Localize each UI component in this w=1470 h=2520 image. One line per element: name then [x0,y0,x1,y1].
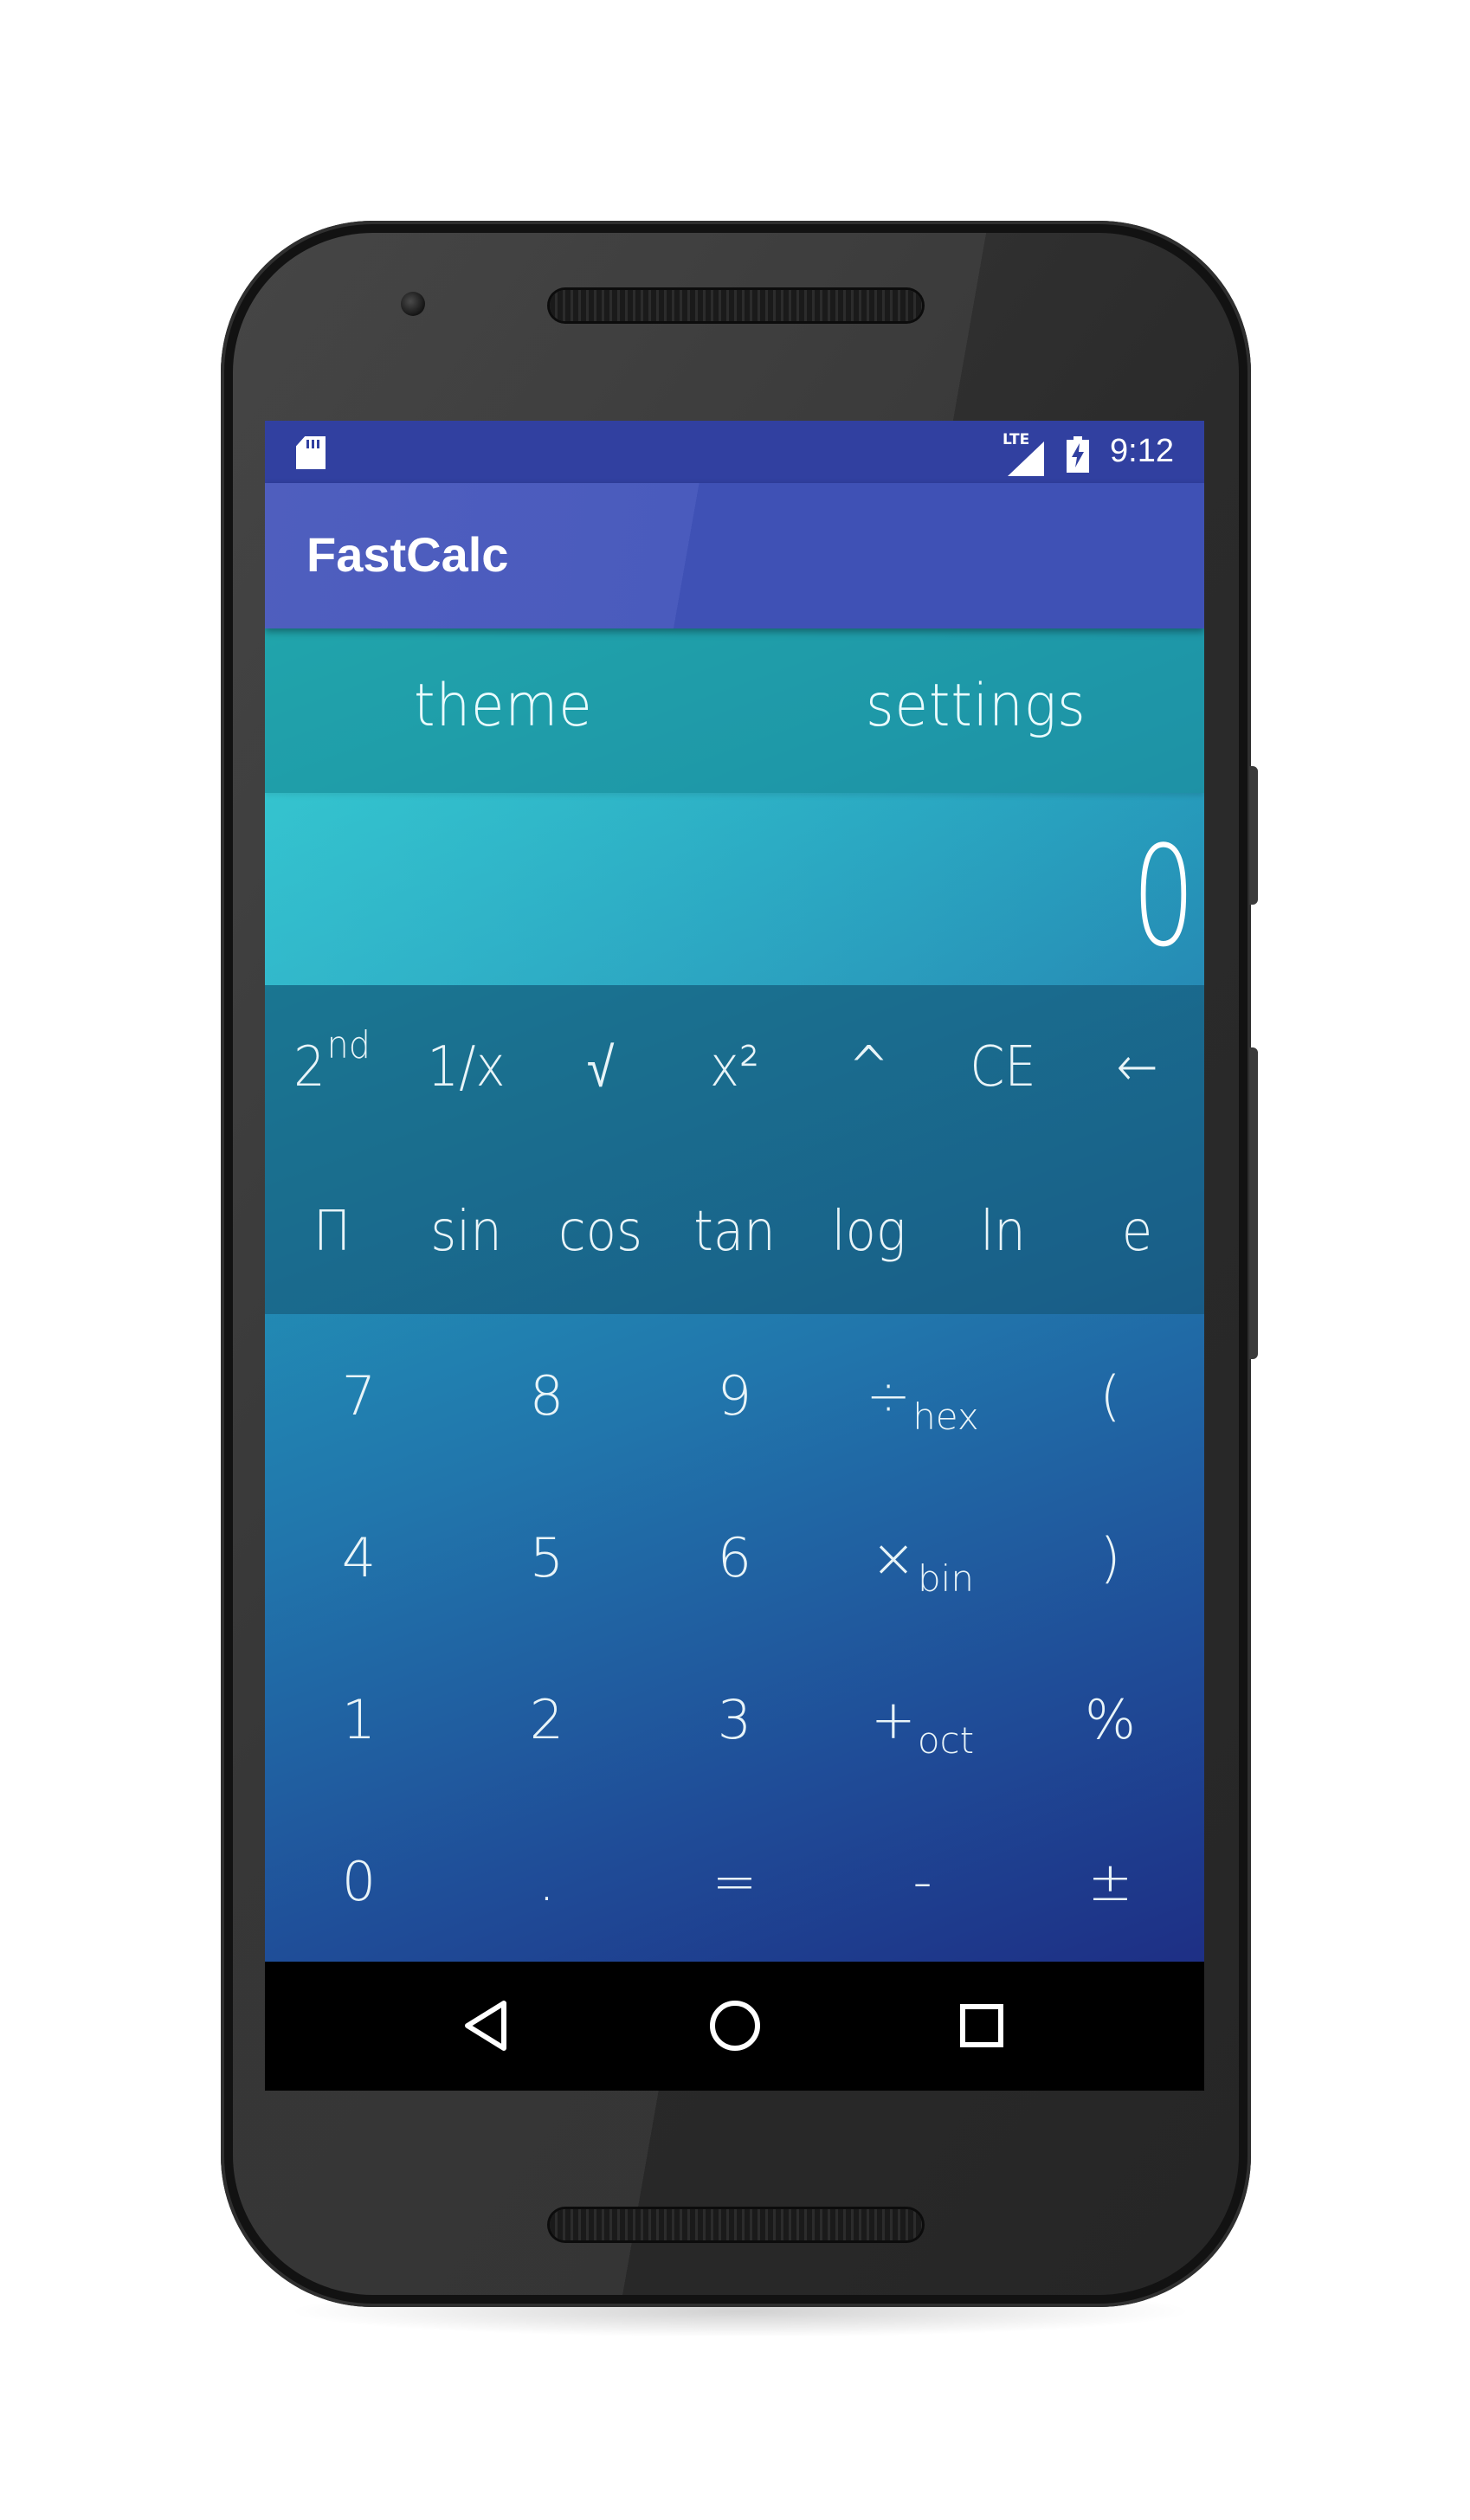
key-label: 4 [341,1525,377,1589]
key-digit-4[interactable]: 4 [265,1476,453,1639]
key-label: . [538,1849,556,1913]
key-superscript: nd [326,1022,371,1067]
number-keypad: 7 8 9 ÷ hex (4 5 6 × bin) 1 2 3 + oct% 0. = - ± [265,1314,1204,1962]
key-backspace[interactable]: ← [1077,985,1198,1150]
key-label: + [870,1687,916,1751]
key-digit-3[interactable]: 3 [641,1638,828,1801]
key-square-root[interactable]: √ [540,985,661,1150]
key-cos[interactable]: cos [540,1150,661,1314]
scientific-row: 2nd 1/x √ x² ^ CE ← [265,985,1204,1150]
key-square[interactable]: x² [674,985,796,1150]
back-icon[interactable] [455,1995,518,2057]
key-label: 2 [529,1687,564,1751]
key-close-paren[interactable]: ) [1016,1476,1204,1639]
key-decimal-point[interactable]: . [453,1800,641,1963]
key-label: 9 [717,1363,752,1428]
key-equals[interactable]: = [641,1800,828,1963]
key-multiply[interactable]: × bin [828,1476,1016,1639]
settings-button[interactable]: settings [866,672,1086,740]
top-menu: theme settings [265,628,1204,793]
key-label: x² [709,1035,760,1099]
key-tan[interactable]: tan [674,1150,796,1314]
key-digit-0[interactable]: 0 [265,1800,453,1963]
display-value: 0 [1132,815,1196,977]
key-subscript: oct [917,1718,975,1762]
key-label: CE [970,1035,1036,1099]
key-label: 6 [717,1525,752,1589]
key-subscript: hex [912,1395,979,1438]
key-subscript: bin [918,1556,974,1600]
app-bar: FastCalc [265,483,1204,628]
key-label: ln [980,1200,1026,1264]
battery-charging-icon [1067,436,1089,473]
key-label: ^ [848,1035,890,1099]
key-label: ± [1087,1849,1133,1913]
key-label: 3 [717,1687,752,1751]
key-label: ) [1099,1525,1121,1589]
key-label: 0 [341,1849,377,1913]
home-icon[interactable] [704,1995,766,2057]
key-label: × [871,1525,916,1589]
key-label: 5 [529,1525,564,1589]
key-digit-6[interactable]: 6 [641,1476,828,1639]
key-digit-9[interactable]: 9 [641,1314,828,1477]
key-label: e [1121,1200,1153,1264]
key-reciprocal[interactable]: 1/x [406,985,527,1150]
key-second-function[interactable]: 2nd [272,985,393,1150]
key-open-paren[interactable]: ( [1016,1314,1204,1477]
key-label: Π [313,1200,351,1264]
key-label: √ [586,1035,615,1100]
key-label: ← [1116,1035,1158,1099]
key-digit-1[interactable]: 1 [265,1638,453,1801]
key-digit-2[interactable]: 2 [453,1638,641,1801]
key-divide[interactable]: ÷ hex [828,1314,1016,1477]
key-sin[interactable]: sin [406,1150,527,1314]
recents-icon[interactable] [951,1995,1013,2057]
key-label: ÷ [866,1363,912,1428]
key-ln[interactable]: ln [943,1150,1064,1314]
key-digit-7[interactable]: 7 [265,1314,453,1477]
key-digit-5[interactable]: 5 [453,1476,641,1639]
key-label: 7 [341,1363,377,1428]
power-button [1249,766,1258,905]
key-label: 1/x [427,1035,506,1099]
front-camera [401,292,425,316]
key-label: tan [693,1200,776,1264]
key-percent[interactable]: % [1016,1638,1204,1801]
key-label: % [1085,1687,1136,1751]
key-power[interactable]: ^ [809,985,930,1150]
key-log[interactable]: log [809,1150,930,1314]
key-e[interactable]: e [1077,1150,1198,1314]
key-pi[interactable]: Π [272,1150,393,1314]
key-label: sin [430,1200,502,1264]
key-label: cos [558,1200,642,1264]
key-label: ( [1099,1363,1121,1428]
app-title: FastCalc [306,527,509,582]
top-speaker [550,290,922,321]
screen: LTE 9:12 FastCalc theme settings 0 2nd 1/… [265,421,1204,2091]
key-label: 2 [293,1035,326,1099]
key-minus[interactable]: - [828,1800,1016,1963]
key-plus-minus[interactable]: ± [1016,1800,1204,1963]
status-clock: 9:12 [1110,433,1174,469]
volume-button [1249,1047,1258,1359]
key-label: - [912,1849,932,1913]
key-plus[interactable]: + oct [828,1638,1016,1801]
key-digit-8[interactable]: 8 [453,1314,641,1477]
signal-icon [1008,441,1044,476]
key-label: = [712,1849,758,1913]
scientific-row: Πsin cos tan log ln e [265,1150,1204,1314]
theme-button[interactable]: theme [414,672,593,740]
key-label: 8 [529,1363,564,1428]
result-display: 0 [265,793,1204,985]
key-label: log [831,1200,906,1264]
sd-card-icon [296,436,326,469]
status-bar: LTE 9:12 [265,421,1204,483]
calculator-panel: theme settings 0 2nd 1/x √ x² ^ CE ← Πsin cos tan… [265,628,1204,1962]
bottom-speaker [550,2209,922,2240]
key-clear-entry[interactable]: CE [943,985,1064,1150]
navigation-bar [265,1962,1204,2091]
scientific-keypad: 2nd 1/x √ x² ^ CE ← Πsin cos tan log ln e [265,985,1204,1314]
key-label: 1 [341,1687,377,1751]
